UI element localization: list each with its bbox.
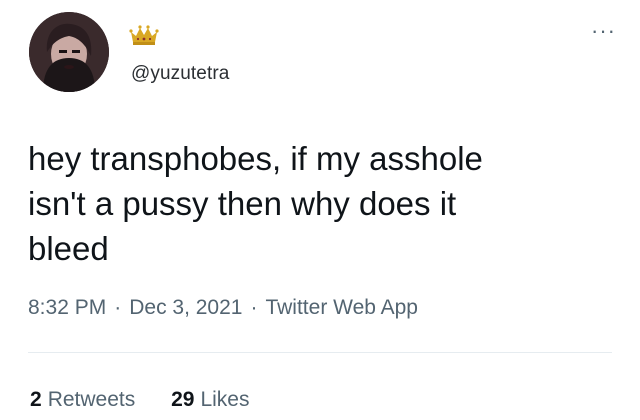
tweet-text-line: isn't a pussy then why does it — [28, 185, 457, 222]
retweets-stat[interactable]: 2 Retweets — [30, 388, 135, 412]
tweet-source[interactable]: Twitter Web App — [265, 296, 418, 319]
tweet-text-line: bleed — [28, 230, 109, 267]
likes-count: 29 — [171, 388, 195, 411]
likes-label: Likes — [200, 388, 250, 411]
avatar[interactable] — [29, 12, 109, 92]
meta-separator: · — [114, 296, 122, 319]
tweet-meta: 8:32 PM · Dec 3, 2021 · Twitter Web App — [28, 296, 418, 320]
likes-stat[interactable]: 29 Likes — [171, 388, 249, 412]
crown-icon — [129, 24, 159, 46]
meta-separator: · — [250, 296, 258, 319]
tweet-text-line: hey transphobes, if my asshole — [28, 140, 483, 177]
more-options-icon[interactable]: ··· — [591, 20, 616, 42]
avatar-photo-icon — [29, 12, 109, 92]
tweet-stats: 2 Retweets 29 Likes — [30, 388, 279, 412]
retweets-count: 2 — [30, 388, 42, 411]
retweets-label: Retweets — [47, 388, 136, 411]
tweet-text: hey transphobes, if my asshole isn't a p… — [28, 136, 618, 271]
tweet-time[interactable]: 8:32 PM — [28, 296, 106, 319]
user-handle[interactable]: @yuzutetra — [131, 63, 229, 85]
tweet-date[interactable]: Dec 3, 2021 — [129, 296, 242, 319]
divider — [28, 352, 612, 353]
tweet-card: @yuzutetra ··· hey transphobes, if my as… — [0, 0, 640, 420]
